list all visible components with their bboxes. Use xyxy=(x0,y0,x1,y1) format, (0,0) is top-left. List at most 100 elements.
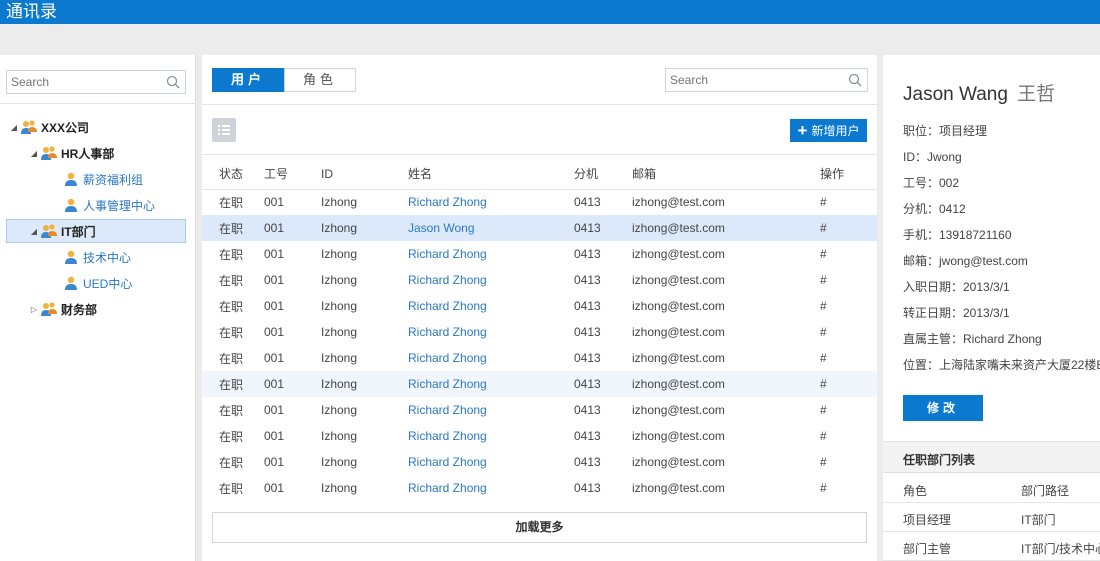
status-cell: 在职 xyxy=(219,247,244,262)
status-cell: 在职 xyxy=(219,195,244,210)
action-cell[interactable]: # xyxy=(820,449,877,475)
id-cell: Izhong xyxy=(321,351,358,365)
name-cell[interactable]: Richard Zhong xyxy=(408,293,574,319)
collapse-arrow-icon[interactable]: ◢ xyxy=(28,149,40,158)
status-cell: 在职 xyxy=(219,351,244,366)
email-cell: izhong@test.com xyxy=(632,351,725,365)
group-icon xyxy=(41,224,57,238)
user-icon xyxy=(65,250,77,264)
collapse-arrow-icon[interactable]: ◢ xyxy=(28,227,40,236)
extension-cell: 0413 xyxy=(574,351,601,365)
column-header: 角色 xyxy=(903,484,928,498)
org-tree-panel: ◢ XXX公司 ◢ HR人事部 薪资福利组 人事管理中心 ◢ IT部门 技术中心… xyxy=(0,55,196,561)
status-cell: 在职 xyxy=(202,371,264,397)
divider xyxy=(202,104,877,105)
action-cell[interactable]: # xyxy=(820,267,877,293)
table-row[interactable]: 在职 001 Izhong Richard Zhong 0413 izhong@test.… xyxy=(202,267,877,293)
user-list-panel: 用户 角色 + 新增用户 状态 工号 ID 姓名 分机 邮箱 xyxy=(202,55,877,561)
action-cell[interactable]: # xyxy=(820,345,877,371)
name-cell[interactable]: Jason Wong xyxy=(408,215,574,241)
tree-search-box[interactable] xyxy=(6,70,186,94)
search-icon[interactable] xyxy=(166,75,180,89)
name-cell[interactable]: Richard Zhong xyxy=(408,475,574,501)
name-cell[interactable]: Richard Zhong xyxy=(408,241,574,267)
table-row[interactable]: 在职 001 Izhong Richard Zhong 0413 izhong@test.… xyxy=(202,423,877,449)
name-cell[interactable]: Richard Zhong xyxy=(408,319,574,345)
tree-node-ued[interactable]: UED中心 xyxy=(62,271,132,295)
tree-node-label: 薪资福利组 xyxy=(83,172,144,187)
user-name-cn: 王哲 xyxy=(1017,84,1056,105)
table-row[interactable]: 在职 001 Izhong Richard Zhong 0413 izhong@test.… xyxy=(202,397,877,423)
table-row[interactable]: 在职 001 Izhong Richard Zhong 0413 izhong@test.… xyxy=(202,371,877,397)
tree-node-hr[interactable]: ◢ HR人事部 xyxy=(28,141,114,165)
tab-roles[interactable]: 角色 xyxy=(284,68,356,92)
emp-no-cell: 001 xyxy=(264,247,285,261)
tree-node-it[interactable]: ◢ IT部门 xyxy=(6,219,186,243)
expand-arrow-icon[interactable]: ▷ xyxy=(28,305,40,314)
edit-button[interactable]: 修改 xyxy=(903,395,983,421)
user-table: 状态 工号 ID 姓名 分机 邮箱 操作 在职 001 Izhong Richard … xyxy=(202,159,877,501)
table-row[interactable]: 在职 001 Izhong Richard Zhong 0413 izhong@test.… xyxy=(202,345,877,371)
table-row[interactable]: 在职 001 Izhong Richard Zhong 0413 izhong@test.… xyxy=(202,293,877,319)
tree-node-tech[interactable]: 技术中心 xyxy=(62,245,131,269)
action-cell[interactable]: # xyxy=(820,293,877,319)
dept-path: IT部门 xyxy=(1021,513,1056,527)
email-cell: izhong@test.com xyxy=(632,403,725,417)
table-row[interactable]: 在职 001 Izhong Richard Zhong 0413 izhong@test.… xyxy=(202,189,877,215)
column-header[interactable]: 状态 xyxy=(202,159,264,190)
tree-node-company[interactable]: ◢ XXX公司 xyxy=(8,115,89,139)
load-more-button[interactable]: 加载更多 xyxy=(212,512,867,543)
extension-cell: 0413 xyxy=(574,371,632,397)
column-header[interactable]: 姓名 xyxy=(408,159,574,190)
id-cell: Izhong xyxy=(321,247,358,261)
search-icon[interactable] xyxy=(848,73,862,87)
emp-no-cell: 001 xyxy=(264,325,285,339)
emp-no-cell: 001 xyxy=(264,403,285,417)
name-cell[interactable]: Richard Zhong xyxy=(408,345,574,371)
action-cell[interactable]: # xyxy=(820,397,877,423)
id-cell: Izhong xyxy=(321,273,358,287)
name-cell[interactable]: Richard Zhong xyxy=(408,423,574,449)
column-header[interactable]: 工号 xyxy=(264,159,321,190)
table-row[interactable]: 在职 001 Izhong Jason Wong 0413 izhong@test.com… xyxy=(202,215,877,241)
action-cell[interactable]: # xyxy=(820,215,877,241)
tree-node-finance[interactable]: ▷ 财务部 xyxy=(28,297,97,321)
action-cell[interactable]: # xyxy=(820,423,877,449)
name-cell[interactable]: Richard Zhong xyxy=(408,267,574,293)
table-row[interactable]: 在职 001 Izhong Richard Zhong 0413 izhong@test.… xyxy=(202,449,877,475)
emp-no-cell: 001 xyxy=(264,351,285,365)
tree-search-input[interactable] xyxy=(7,71,185,93)
user-name: Jason Wang 王哲 xyxy=(903,79,1055,106)
tree-node-hr-center[interactable]: 人事管理中心 xyxy=(62,193,155,217)
action-cell[interactable]: # xyxy=(820,241,877,267)
column-header[interactable]: 操作 xyxy=(820,159,877,190)
user-search-box[interactable] xyxy=(665,68,868,92)
group-icon xyxy=(41,302,57,316)
table-row[interactable]: 在职 001 Izhong Richard Zhong 0413 izhong@test.… xyxy=(202,241,877,267)
name-cell[interactable]: Richard Zhong xyxy=(408,449,574,475)
action-cell[interactable]: # xyxy=(820,475,877,501)
tree-node-label: IT部门 xyxy=(61,224,96,239)
table-row[interactable]: 在职 001 Izhong Richard Zhong 0413 izhong@test.… xyxy=(202,319,877,345)
email-cell: izhong@test.com xyxy=(632,371,820,397)
collapse-arrow-icon[interactable]: ◢ xyxy=(8,123,20,132)
name-cell[interactable]: Richard Zhong xyxy=(408,371,574,397)
name-cell[interactable]: Richard Zhong xyxy=(408,397,574,423)
column-header[interactable]: ID xyxy=(321,159,408,190)
add-user-button[interactable]: + 新增用户 xyxy=(790,119,867,142)
user-search-input[interactable] xyxy=(666,69,867,91)
list-view-button[interactable] xyxy=(212,118,236,142)
status-cell: 在职 xyxy=(219,299,244,314)
action-cell[interactable]: # xyxy=(820,319,877,345)
tab-users[interactable]: 用户 xyxy=(212,68,284,92)
action-cell[interactable]: # xyxy=(820,371,877,397)
dept-list-header: 任职部门列表 xyxy=(883,441,1100,473)
action-cell[interactable]: # xyxy=(820,189,877,215)
emp-no-cell: 001 xyxy=(264,273,285,287)
column-header[interactable]: 分机 xyxy=(574,159,632,190)
tree-node-salary[interactable]: 薪资福利组 xyxy=(62,167,143,191)
tree-node-label: XXX公司 xyxy=(41,120,90,135)
column-header[interactable]: 邮箱 xyxy=(632,159,820,190)
table-row[interactable]: 在职 001 Izhong Richard Zhong 0413 izhong@test.… xyxy=(202,475,877,501)
name-cell[interactable]: Richard Zhong xyxy=(408,189,574,215)
